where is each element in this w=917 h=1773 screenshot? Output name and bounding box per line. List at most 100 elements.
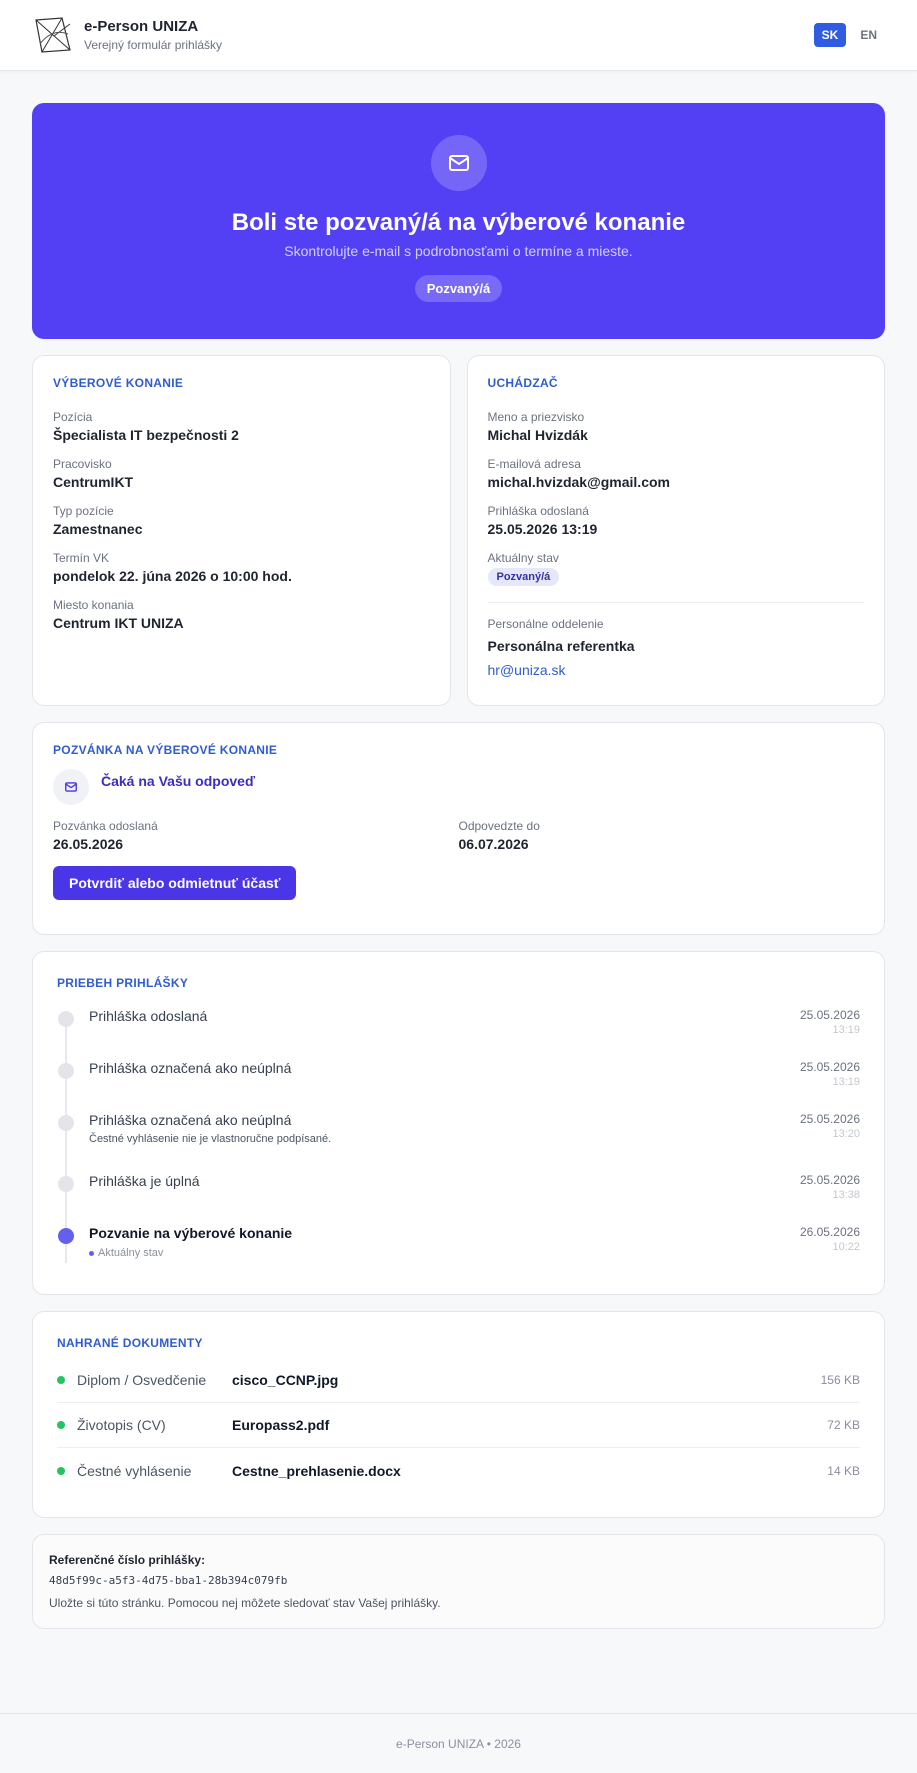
invitation-card: Pozvánka na výberové konanie Čaká na Vaš… (32, 722, 885, 935)
timeline-item: Prihláška odoslaná 25.05.2026 13:19 (57, 1008, 860, 1060)
invitation-title: Pozvánka na výberové konanie (53, 743, 278, 757)
field-position: Pozícia Špecialista IT bezpečnosti 2 (53, 410, 430, 443)
reference-card: Referenčné číslo prihlášky: 48d5f99c-a5f… (32, 1534, 885, 1629)
hr-name: Personálna referentka (487, 638, 635, 654)
mail-icon (430, 135, 487, 191)
document-file: cisco_CCNP.jpg (232, 1372, 339, 1388)
hero-subtitle: Skontrolujte e-mail s podrobnosťami o te… (284, 243, 633, 259)
field-label: E-mailová adresa (487, 457, 581, 471)
page-footer: e-Person UNIZA • 2026 (0, 1713, 917, 1773)
uploaded-status-icon (57, 1466, 65, 1475)
field-label: Pozvánka odoslaná (53, 819, 158, 833)
document-row: Diplom / Osvedčenie cisco_CCNP.jpg 156 K… (57, 1358, 860, 1403)
timeline-item-title: Pozvanie na výberové konanie (89, 1225, 293, 1241)
hero-status-badge: Pozvaný/á (414, 275, 503, 302)
app-header: e-Person UNIZA Verejný formulár prihlášk… (0, 0, 917, 71)
current-status-label: Aktuálny stav (98, 1247, 164, 1259)
document-file: Cestne_prehlasenie.docx (232, 1462, 401, 1479)
field-label: Pozícia (53, 410, 93, 424)
timeline-item-title: Prihláška označená ako neúplná (89, 1060, 292, 1076)
timeline-date: 25.05.2026 (799, 1008, 860, 1022)
timeline-timestamp: 25.05.2026 13:20 (800, 1112, 860, 1173)
timeline-dot (58, 1011, 74, 1027)
timeline-dot-current (58, 1228, 74, 1244)
timeline-timestamp: 25.05.2026 13:38 (800, 1173, 860, 1225)
field-label: Pracovisko (53, 457, 112, 471)
main-content: Boli ste pozvaný/á na výberové konanie S… (0, 71, 917, 1629)
current-status-indicator: Aktuálny stav (89, 1247, 800, 1259)
reference-id: 48d5f99c-a5f3-4d75-bba1-28b394c079fb (49, 1574, 288, 1587)
documents-card: Nahrané dokumenty Diplom / Osvedčenie ci… (32, 1311, 885, 1518)
hero-title: Boli ste pozvaný/á na výberové konanie (231, 209, 686, 236)
brand: e-Person UNIZA Verejný formulár prihlášk… (84, 18, 222, 52)
reference-note: Uložte si túto stránku. Pomocou nej môže… (49, 1596, 441, 1610)
timeline-item: Prihláška označená ako neúplná 25.05.202… (57, 1060, 860, 1112)
timeline-time: 10:22 (832, 1241, 860, 1253)
timeline-dot (58, 1176, 74, 1192)
timeline-timestamp: 25.05.2026 13:19 (800, 1008, 860, 1060)
timeline-item: Prihláška označená ako neúplná Čestné vy… (57, 1112, 860, 1173)
timeline-card: Priebeh prihlášky Prihláška odoslaná 25.… (32, 951, 885, 1295)
document-type: Čestné vyhlásenie (77, 1462, 192, 1479)
timeline-body: Pozvanie na výberové konanie Aktuálny st… (89, 1225, 800, 1277)
timeline-timestamp: 26.05.2026 10:22 (800, 1225, 860, 1277)
footer-text: e-Person UNIZA • 2026 (396, 1736, 521, 1751)
timeline-item-title: Prihláška označená ako neúplná (89, 1112, 292, 1128)
field-value: CentrumIKT (53, 474, 134, 490)
hr-label: Personálne oddelenie (487, 617, 604, 631)
timeline-title: Priebeh prihlášky (57, 976, 189, 990)
field-label: Termín VK (53, 551, 110, 565)
selection-card: Výberové konanie Pozícia Špecialista IT … (32, 355, 451, 706)
brand-subtitle: Verejný formulár prihlášky (84, 38, 223, 52)
field-label: Prihláška odoslaná (487, 504, 589, 518)
field-value: 06.07.2026 (458, 836, 529, 852)
field-email: E-mailová adresa michal.hvizdak@gmail.co… (488, 457, 865, 490)
field-label: Odpovedzte do (458, 819, 540, 833)
language-en-button[interactable]: EN (852, 23, 885, 47)
timeline-item-note: Čestné vyhlásenie nie je vlastnoručne po… (89, 1133, 332, 1145)
uniza-logo-icon (35, 17, 71, 53)
timeline-item-title: Prihláška odoslaná (89, 1008, 208, 1024)
field-label: Meno a priezvisko (487, 410, 585, 424)
language-sk-button[interactable]: SK (813, 23, 847, 47)
invitation-sent: Pozvánka odoslaná 26.05.2026 (53, 819, 459, 852)
document-row: Čestné vyhlásenie Cestne_prehlasenie.doc… (57, 1448, 860, 1493)
timeline-item: Prihláška je úplná 25.05.2026 13:38 (57, 1173, 860, 1225)
invitation-dates: Pozvánka odoslaná 26.05.2026 Odpovedzte … (53, 819, 864, 852)
document-type: Diplom / Osvedčenie (77, 1372, 207, 1388)
field-value: 26.05.2026 (53, 836, 124, 852)
hr-email-link[interactable]: hr@uniza.sk (488, 662, 566, 678)
field-value: Centrum IKT UNIZA (53, 615, 184, 631)
timeline-item-current: Pozvanie na výberové konanie Aktuálny st… (57, 1225, 860, 1277)
field-value: 25.05.2026 13:19 (487, 521, 598, 537)
brand-title: e-Person UNIZA (84, 18, 199, 35)
field-value: Špecialista IT bezpečnosti 2 (53, 427, 239, 443)
timeline-date: 25.05.2026 (799, 1173, 860, 1187)
selection-title: Výberové konanie (53, 376, 184, 390)
hr-contact: Personálne oddelenie Personálna referent… (488, 617, 865, 680)
respond-invitation-button[interactable]: Potvrdiť alebo odmietnuť účasť (53, 866, 297, 900)
language-switcher: SK EN (813, 23, 885, 47)
document-size: 14 KB (827, 1463, 860, 1478)
field-name: Meno a priezvisko Michal Hvizdák (488, 410, 865, 443)
mail-icon (53, 769, 89, 805)
timeline-date: 26.05.2026 (799, 1225, 860, 1239)
applicant-title: Uchádzač (487, 376, 558, 390)
timeline-date: 25.05.2026 (799, 1060, 860, 1074)
field-term: Termín VK pondelok 22. júna 2026 o 10:00… (53, 551, 430, 584)
timeline-dot (58, 1115, 74, 1131)
field-label: Aktuálny stav (487, 551, 559, 565)
field-value: michal.hvizdak@gmail.com (487, 474, 671, 490)
info-grid: Výberové konanie Pozícia Špecialista IT … (32, 355, 885, 706)
document-file: Europass2.pdf (232, 1417, 330, 1433)
divider (487, 602, 864, 603)
document-row: Životopis (CV) Europass2.pdf 72 KB (57, 1403, 860, 1448)
timeline-time: 13:19 (832, 1024, 860, 1036)
field-workplace: Pracovisko CentrumIKT (53, 457, 430, 490)
timeline-dot (58, 1063, 74, 1079)
field-status: Aktuálny stav Pozvaný/á (487, 551, 865, 586)
documents-title: Nahrané dokumenty (57, 1336, 203, 1350)
field-submitted: Prihláška odoslaná 25.05.2026 13:19 (488, 504, 865, 537)
field-value: pondelok 22. júna 2026 o 10:00 hod. (53, 568, 292, 584)
timeline-date: 25.05.2026 (799, 1112, 860, 1126)
